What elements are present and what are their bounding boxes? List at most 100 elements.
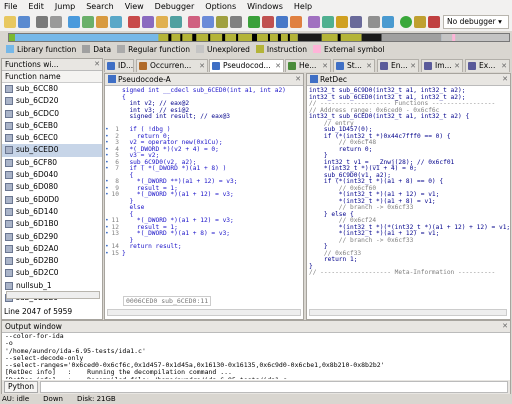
function-list-item[interactable]: sub_6D2A0 [2, 243, 102, 255]
function-list-item[interactable]: sub_6CED0 [2, 144, 102, 157]
function-list-item[interactable]: sub_6CD20 [2, 95, 102, 107]
tab-enums[interactable]: En... ✕ [377, 59, 419, 72]
function-list-item[interactable]: sub_6D2C0 [2, 267, 102, 279]
menu-windows[interactable]: Windows [247, 2, 283, 11]
tab-imports[interactable]: Im... ✕ [421, 59, 463, 72]
tools-icon[interactable] [368, 16, 380, 28]
binary-search-icon[interactable] [110, 16, 122, 28]
python-button[interactable]: Python [4, 381, 38, 393]
function-list-item[interactable]: sub_6D080 [2, 181, 102, 193]
close-icon[interactable]: ✕ [199, 60, 205, 72]
start-debug-icon[interactable] [400, 16, 412, 28]
pseudocode-title-text: Pseudocode-A [118, 75, 171, 84]
retdec-hscrollbar[interactable] [309, 309, 507, 316]
close-icon[interactable]: ✕ [454, 60, 460, 72]
function-name: sub_6D2C0 [16, 268, 59, 278]
navigation-band[interactable] [8, 33, 510, 42]
tab-pseudocode[interactable]: Pseudocod... ✕ [209, 59, 284, 72]
function-list-item[interactable]: sub_6D1B0 [2, 218, 102, 230]
menu-file[interactable]: File [4, 2, 17, 11]
step-icon[interactable] [276, 16, 288, 28]
occurrences-icon [139, 62, 147, 70]
tab-occurrences[interactable]: Occurren... ✕ [136, 59, 208, 72]
function-name-header[interactable]: Function name [2, 71, 102, 83]
command-input[interactable] [40, 381, 508, 393]
menu-debugger[interactable]: Debugger [155, 2, 195, 11]
pseudocode-icon [212, 62, 220, 70]
close-icon[interactable]: ✕ [94, 59, 100, 70]
string-icon[interactable] [216, 16, 228, 28]
close-icon[interactable]: ✕ [502, 321, 508, 332]
structure-icon[interactable] [156, 16, 168, 28]
function-name: sub_6D140 [16, 206, 59, 216]
legend-swatch [82, 45, 91, 53]
menu-edit[interactable]: Edit [28, 2, 44, 11]
close-icon[interactable]: ✕ [501, 60, 507, 72]
function-icon[interactable] [188, 16, 200, 28]
output-input-bar: Python [2, 380, 510, 394]
function-list-item[interactable]: sub_6D040 [2, 169, 102, 181]
search-icon[interactable] [82, 16, 94, 28]
open-file-icon[interactable] [4, 16, 16, 28]
function-list-item[interactable]: sub_6D0D0 [2, 194, 102, 206]
function-list-item[interactable]: sub_6CEB0 [2, 120, 102, 132]
function-list-item[interactable]: sub_6CDC0 [2, 108, 102, 120]
graph-icon[interactable] [142, 16, 154, 28]
terminate-icon[interactable] [428, 16, 440, 28]
pseudocode-text[interactable]: signed int __cdecl sub_6CED0(int a1, int… [105, 86, 303, 291]
retdec-text[interactable]: int32_t sub_6C9D0(int32_t a1, int32_t a2… [307, 86, 510, 308]
close-icon[interactable]: ✕ [366, 60, 372, 72]
menu-options[interactable]: Options [205, 2, 236, 11]
pseudocode-hscrollbar[interactable] [107, 309, 301, 316]
forward-arrow-icon[interactable] [50, 16, 62, 28]
function-name: sub_6CC80 [16, 84, 58, 93]
output-text[interactable]: --color-for-ida -o '/home/aundro/ida-6.95-… [2, 333, 510, 379]
close-icon[interactable]: ✕ [275, 60, 281, 72]
function-icon [5, 195, 13, 204]
settings-icon[interactable] [350, 16, 362, 28]
ida-python-icon[interactable] [336, 16, 348, 28]
tab-structures[interactable]: St... ✕ [333, 59, 375, 72]
pause-icon[interactable] [414, 16, 426, 28]
close-icon[interactable]: ✕ [295, 74, 301, 85]
undefine-icon[interactable] [230, 16, 242, 28]
function-list-item[interactable]: sub_6D140 [2, 206, 102, 218]
function-list-item[interactable]: sub_6CEC0 [2, 132, 102, 144]
legend-label: Unexplored [206, 44, 250, 54]
bookmark-icon[interactable] [128, 16, 140, 28]
tab-exports[interactable]: Ex... ✕ [465, 59, 510, 72]
menu-view[interactable]: View [125, 2, 144, 11]
menu-help[interactable]: Help [294, 2, 312, 11]
status-bar: AU: idle Down Disk: 21GB [0, 395, 512, 404]
tab-ida-view[interactable]: ID... [104, 59, 134, 72]
segment-icon[interactable] [170, 16, 182, 28]
function-icon [5, 232, 13, 241]
help-icon[interactable] [382, 16, 394, 28]
close-icon[interactable]: ✕ [322, 60, 328, 72]
function-icon [5, 281, 13, 290]
menu-jump[interactable]: Jump [55, 2, 75, 11]
script-icon[interactable] [322, 16, 334, 28]
run-icon[interactable] [248, 16, 260, 28]
function-list-item[interactable]: sub_6D290 [2, 231, 102, 243]
functions-hscrollbar[interactable] [6, 291, 100, 299]
text-search-icon[interactable] [96, 16, 108, 28]
stop-icon[interactable] [262, 16, 274, 28]
menu-search[interactable]: Search [86, 2, 113, 11]
close-icon[interactable]: ✕ [410, 60, 416, 72]
data-icon[interactable] [202, 16, 214, 28]
tab-hex-view[interactable]: He... ✕ [285, 59, 331, 72]
legend: Library function Data Regular function U… [0, 43, 512, 55]
debugger-select[interactable]: No debugger ▾ [443, 15, 509, 29]
save-icon[interactable] [18, 16, 30, 28]
function-list-item[interactable]: sub_6CC80 [2, 83, 102, 95]
function-list-item[interactable]: sub_6D2B0 [2, 255, 102, 267]
function-list-item[interactable]: sub_6CF80 [2, 157, 102, 169]
close-icon[interactable]: ✕ [502, 74, 508, 85]
plugin-icon[interactable] [308, 16, 320, 28]
breakpoint-icon[interactable] [290, 16, 302, 28]
jump-icon[interactable] [68, 16, 80, 28]
function-name: sub_6CF80 [16, 157, 58, 167]
back-arrow-icon[interactable] [36, 16, 48, 28]
pseudocode-icon [108, 75, 116, 83]
